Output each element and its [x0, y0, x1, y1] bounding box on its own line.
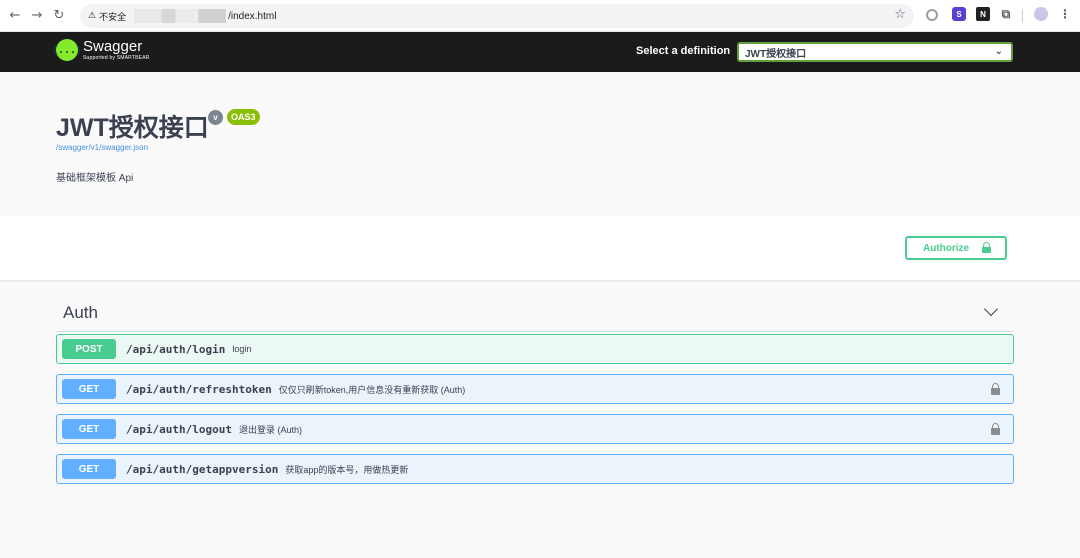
authorize-button[interactable]: Authorize	[905, 236, 1007, 260]
operation-row[interactable]: GET /api/auth/getappversion 获取app的版本号，用做…	[56, 454, 1014, 484]
lock-icon[interactable]	[991, 383, 1000, 395]
operation-path: /api/auth/login	[126, 342, 226, 356]
operation-summary: 获取app的版本号，用做热更新	[285, 464, 409, 475]
reload-icon[interactable]: ↻	[48, 5, 70, 27]
operation-path: /api/auth/getappversion	[126, 462, 279, 476]
method-badge: GET	[62, 459, 116, 479]
definition-select[interactable]: JWT授权接口 ⌄	[737, 42, 1013, 62]
api-info: JWT授权接口 v OAS3 /swagger/v1/swagger.json …	[0, 72, 1080, 216]
oas-badge: OAS3	[227, 109, 260, 125]
lock-icon[interactable]	[991, 423, 1000, 435]
scheme-container: Authorize	[0, 216, 1080, 280]
operation-summary: login	[232, 344, 252, 354]
definition-label: Select a definition	[636, 45, 731, 57]
spec-link[interactable]: /swagger/v1/swagger.json	[56, 143, 148, 152]
tag-title: Auth	[63, 303, 98, 322]
redacted-host	[134, 9, 227, 23]
extension-circle-icon[interactable]	[926, 9, 938, 21]
extensions-puzzle-icon[interactable]: ⧉	[999, 7, 1013, 21]
unlock-icon	[982, 242, 991, 253]
toolbar-divider	[1022, 9, 1023, 23]
tag-header[interactable]: Auth	[56, 296, 1014, 332]
operation-row[interactable]: GET /api/auth/refreshtoken 仅仅只刷新token,用户…	[56, 374, 1014, 404]
url-text: /index.html	[228, 10, 277, 22]
address-bar[interactable]: ⚠ 不安全 /index.html ☆	[80, 4, 914, 28]
chevron-down-icon: ⌄	[994, 46, 1003, 57]
operation-row[interactable]: POST /api/auth/login login	[56, 334, 1014, 364]
definition-select-value: JWT授权接口	[745, 48, 807, 60]
version-badge: v	[208, 110, 223, 125]
operation-path: /api/auth/logout	[126, 422, 232, 436]
page-title: JWT授权接口	[56, 114, 209, 142]
logo-name: Swagger	[83, 38, 143, 55]
browser-menu-icon[interactable]: ⋮	[1058, 7, 1072, 21]
operation-summary: 仅仅只刷新token,用户信息没有重新获取 (Auth)	[278, 384, 466, 395]
method-badge: POST	[62, 339, 116, 359]
swagger-logo[interactable]: {...} Swagger Supported by SMARTBEAR	[52, 38, 150, 61]
bookmark-star-icon[interactable]: ☆	[894, 7, 906, 22]
profile-avatar[interactable]	[1034, 7, 1048, 21]
authorize-label: Authorize	[923, 242, 970, 254]
extension-n-icon[interactable]: N	[976, 7, 990, 21]
extension-s-icon[interactable]: S	[952, 7, 966, 21]
method-badge: GET	[62, 419, 116, 439]
browser-toolbar: ← → ↻ ⚠ 不安全 /index.html ☆ S N ⧉ ⋮	[0, 0, 1080, 32]
warning-icon: ⚠	[88, 11, 97, 21]
insecure-label: 不安全	[99, 11, 127, 22]
operation-summary: 退出登录 (Auth)	[238, 424, 302, 435]
swagger-logo-icon: {...}	[52, 39, 82, 61]
operation-path: /api/auth/refreshtoken	[126, 382, 272, 396]
chevron-down-icon[interactable]	[983, 301, 999, 317]
forward-arrow-icon[interactable]: →	[26, 5, 48, 27]
back-arrow-icon[interactable]: ←	[4, 5, 26, 27]
method-badge: GET	[62, 379, 116, 399]
operation-row[interactable]: GET /api/auth/logout 退出登录 (Auth)	[56, 414, 1014, 444]
logo-subtitle: Supported by SMARTBEAR	[83, 55, 150, 61]
api-description: 基础框架模板 Api	[56, 173, 134, 184]
